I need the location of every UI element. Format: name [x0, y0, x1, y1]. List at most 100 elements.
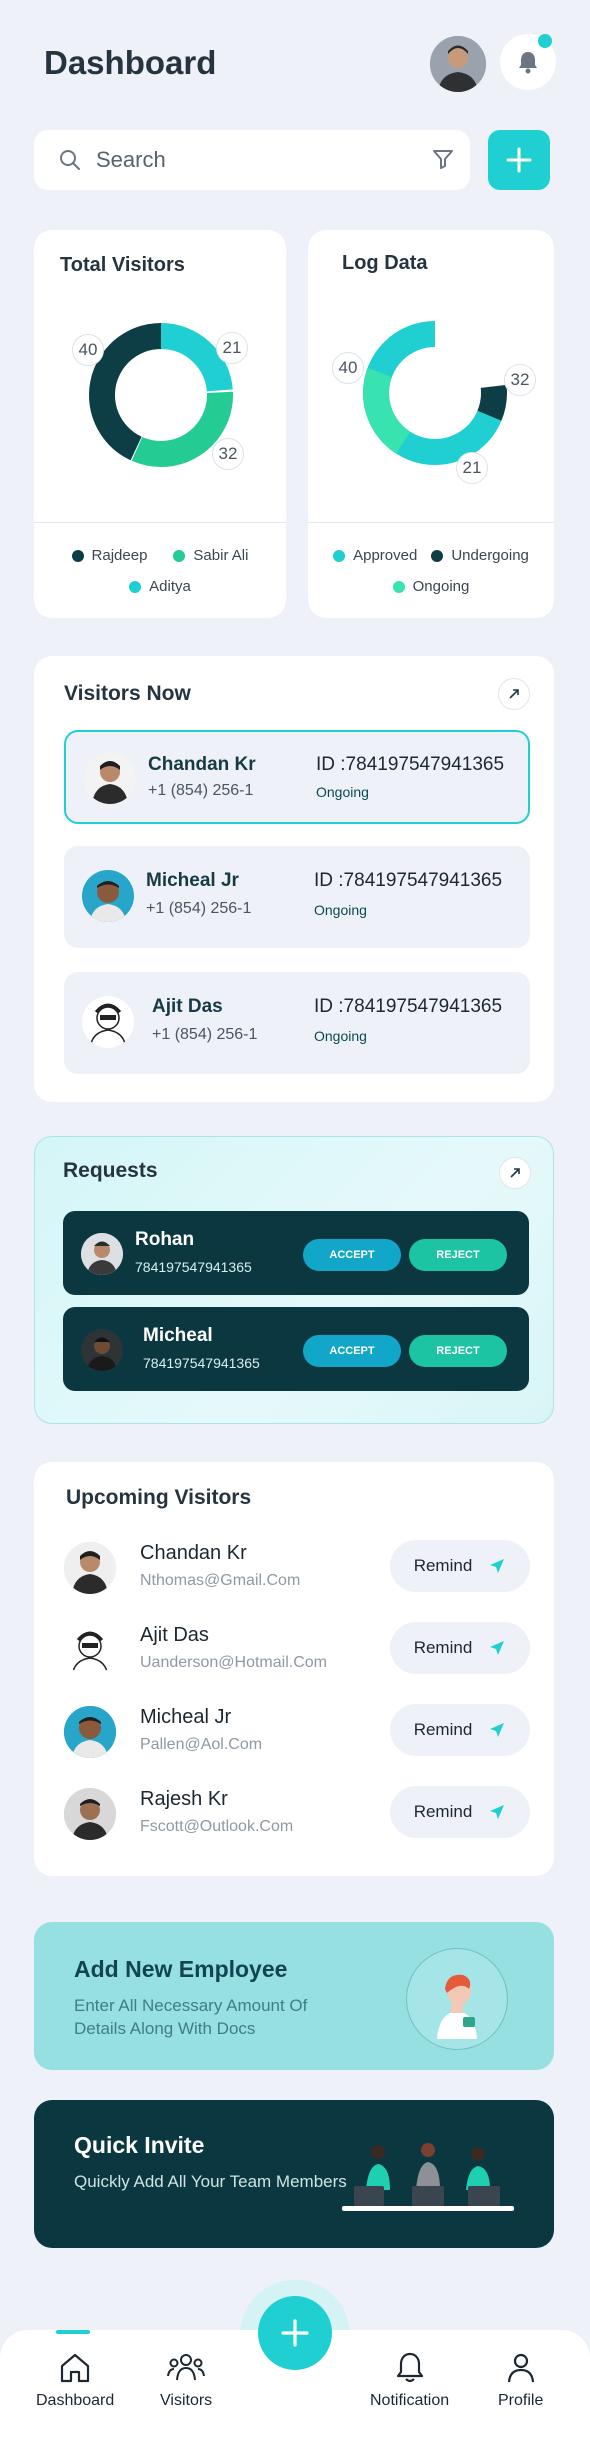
avatar	[81, 1233, 123, 1275]
active-indicator	[56, 2330, 90, 2334]
avatar	[64, 1706, 116, 1758]
visitor-name: Rajesh Kr	[140, 1788, 228, 1810]
add-button[interactable]	[488, 130, 550, 190]
avatar	[82, 996, 134, 1048]
donut-label: 40	[72, 334, 104, 366]
remind-button[interactable]: Remind	[390, 1622, 530, 1674]
visitor-email: Nthomas@Gmail.Com	[140, 1572, 301, 1589]
status-badge: Ongoing	[314, 902, 367, 918]
legend-item: Sabir Ali	[173, 547, 248, 564]
page-title: Dashboard	[44, 44, 217, 81]
avatar	[64, 1542, 116, 1594]
visitor-id: ID :784197547941365	[314, 870, 503, 891]
plus-icon	[281, 2319, 309, 2347]
legend: Rajdeep Sabir Ali Aditya	[34, 522, 286, 595]
list-item: Rajesh Kr Fscott@Outlook.Com Remind	[64, 1784, 530, 1844]
card-title: Log Data	[342, 252, 428, 274]
nav-item-profile[interactable]: Profile	[498, 2350, 543, 2410]
avatar	[84, 752, 136, 804]
avatar	[81, 1329, 123, 1371]
notification-dot	[538, 34, 552, 48]
send-icon	[490, 1641, 505, 1655]
team-illustration	[338, 2130, 518, 2220]
section-title: Requests	[63, 1159, 158, 1182]
reject-button[interactable]: REJECT	[409, 1335, 507, 1367]
promo-title: Add New Employee	[74, 1956, 288, 1982]
add-employee-card[interactable]: Add New Employee Enter All Necessary Amo…	[34, 1922, 554, 2070]
search-icon	[60, 150, 80, 170]
visitor-name: Ajit Das	[152, 996, 223, 1017]
request-name: Micheal	[143, 1325, 213, 1346]
avatar	[82, 870, 134, 922]
legend-item: Approved	[333, 547, 417, 564]
filter-icon[interactable]	[432, 148, 454, 170]
visitor-email: Uanderson@Hotmail.Com	[140, 1654, 327, 1671]
home-icon	[61, 2353, 90, 2383]
log-data-card: Log Data 40 32 21 Approved Undergoing On…	[308, 230, 554, 618]
visitor-item[interactable]: Chandan Kr +1 (854) 256-1 ID :7841975479…	[64, 730, 530, 824]
expand-button[interactable]	[499, 1157, 531, 1189]
expand-button[interactable]	[498, 678, 530, 710]
arrow-up-right-icon	[510, 1168, 520, 1178]
accept-button[interactable]: ACCEPT	[303, 1335, 401, 1367]
employee-illustration	[406, 1948, 508, 2050]
legend-item: Rajdeep	[71, 547, 147, 564]
remind-button[interactable]: Remind	[390, 1704, 530, 1756]
nav-item-notification[interactable]: Notification	[370, 2350, 449, 2410]
list-item: Ajit Das Uanderson@Hotmail.Com Remind	[64, 1620, 530, 1680]
visitor-name: Ajit Das	[140, 1624, 209, 1646]
legend-item: Undergoing	[431, 547, 529, 564]
send-icon	[490, 1559, 505, 1573]
quick-invite-card[interactable]: Quick Invite Quickly Add All Your Team M…	[34, 2100, 554, 2248]
send-icon	[490, 1805, 505, 1819]
remind-label: Remind	[413, 1638, 473, 1657]
request-item: Rohan 784197547941365 ACCEPT REJECT	[63, 1211, 529, 1295]
header: Dashboard	[0, 0, 590, 130]
reject-button[interactable]: REJECT	[409, 1239, 507, 1271]
nav-label: Profile	[498, 2392, 544, 2409]
request-id: 784197547941365	[135, 1259, 252, 1275]
send-icon	[490, 1723, 505, 1737]
nav-label: Notification	[370, 2392, 450, 2409]
promo-description: Quickly Add All Your Team Members	[74, 2172, 347, 2191]
search-input[interactable]	[96, 140, 396, 180]
avatar	[64, 1624, 116, 1676]
visitor-item[interactable]: Ajit Das +1 (854) 256-1 ID :784197547941…	[64, 972, 530, 1074]
visitors-now-card: Visitors Now Chandan Kr +1 (854) 256-1 I…	[34, 656, 554, 1102]
search-bar	[34, 130, 470, 190]
avatar	[64, 1788, 116, 1840]
list-item: Micheal Jr Pallen@Aol.Com Remind	[64, 1702, 530, 1762]
visitor-name: Chandan Kr	[148, 754, 256, 775]
request-id: 784197547941365	[143, 1355, 260, 1371]
upcoming-visitors-card: Upcoming Visitors Chandan Kr Nthomas@Gma…	[34, 1462, 554, 1876]
legend-item: Ongoing	[392, 578, 469, 595]
donut-label: 32	[212, 438, 244, 470]
user-icon	[507, 2353, 534, 2383]
notification-button[interactable]	[500, 34, 556, 90]
legend-item: Aditya	[129, 578, 191, 595]
nav-label: Visitors	[160, 2392, 213, 2409]
total-visitors-card: Total Visitors 40 21 32 Rajdeep Sabir Al…	[34, 230, 286, 618]
plus-icon	[506, 147, 532, 173]
log-data-donut	[360, 318, 510, 468]
accept-button[interactable]: ACCEPT	[303, 1239, 401, 1271]
donut-label: 40	[332, 352, 364, 384]
visitor-phone: +1 (854) 256-1	[152, 1026, 258, 1043]
legend: Approved Undergoing Ongoing	[308, 522, 554, 595]
status-badge: Ongoing	[314, 1028, 367, 1044]
nav-item-visitors[interactable]: Visitors	[160, 2350, 212, 2410]
visitor-email: Pallen@Aol.Com	[140, 1736, 263, 1753]
avatar[interactable]	[430, 36, 486, 92]
card-title: Total Visitors	[60, 254, 185, 276]
visitor-phone: +1 (854) 256-1	[146, 900, 252, 917]
visitor-item[interactable]: Micheal Jr +1 (854) 256-1 ID :7841975479…	[64, 846, 530, 948]
remind-button[interactable]: Remind	[390, 1540, 530, 1592]
visitor-name: Chandan Kr	[140, 1542, 247, 1564]
remind-label: Remind	[413, 1802, 473, 1821]
request-name: Rohan	[135, 1229, 195, 1250]
list-item: Chandan Kr Nthomas@Gmail.Com Remind	[64, 1538, 530, 1598]
nav-item-dashboard[interactable]: Dashboard	[36, 2350, 114, 2410]
add-fab-button[interactable]	[258, 2296, 332, 2370]
remind-button[interactable]: Remind	[390, 1786, 530, 1838]
status-badge: Ongoing	[316, 784, 369, 800]
